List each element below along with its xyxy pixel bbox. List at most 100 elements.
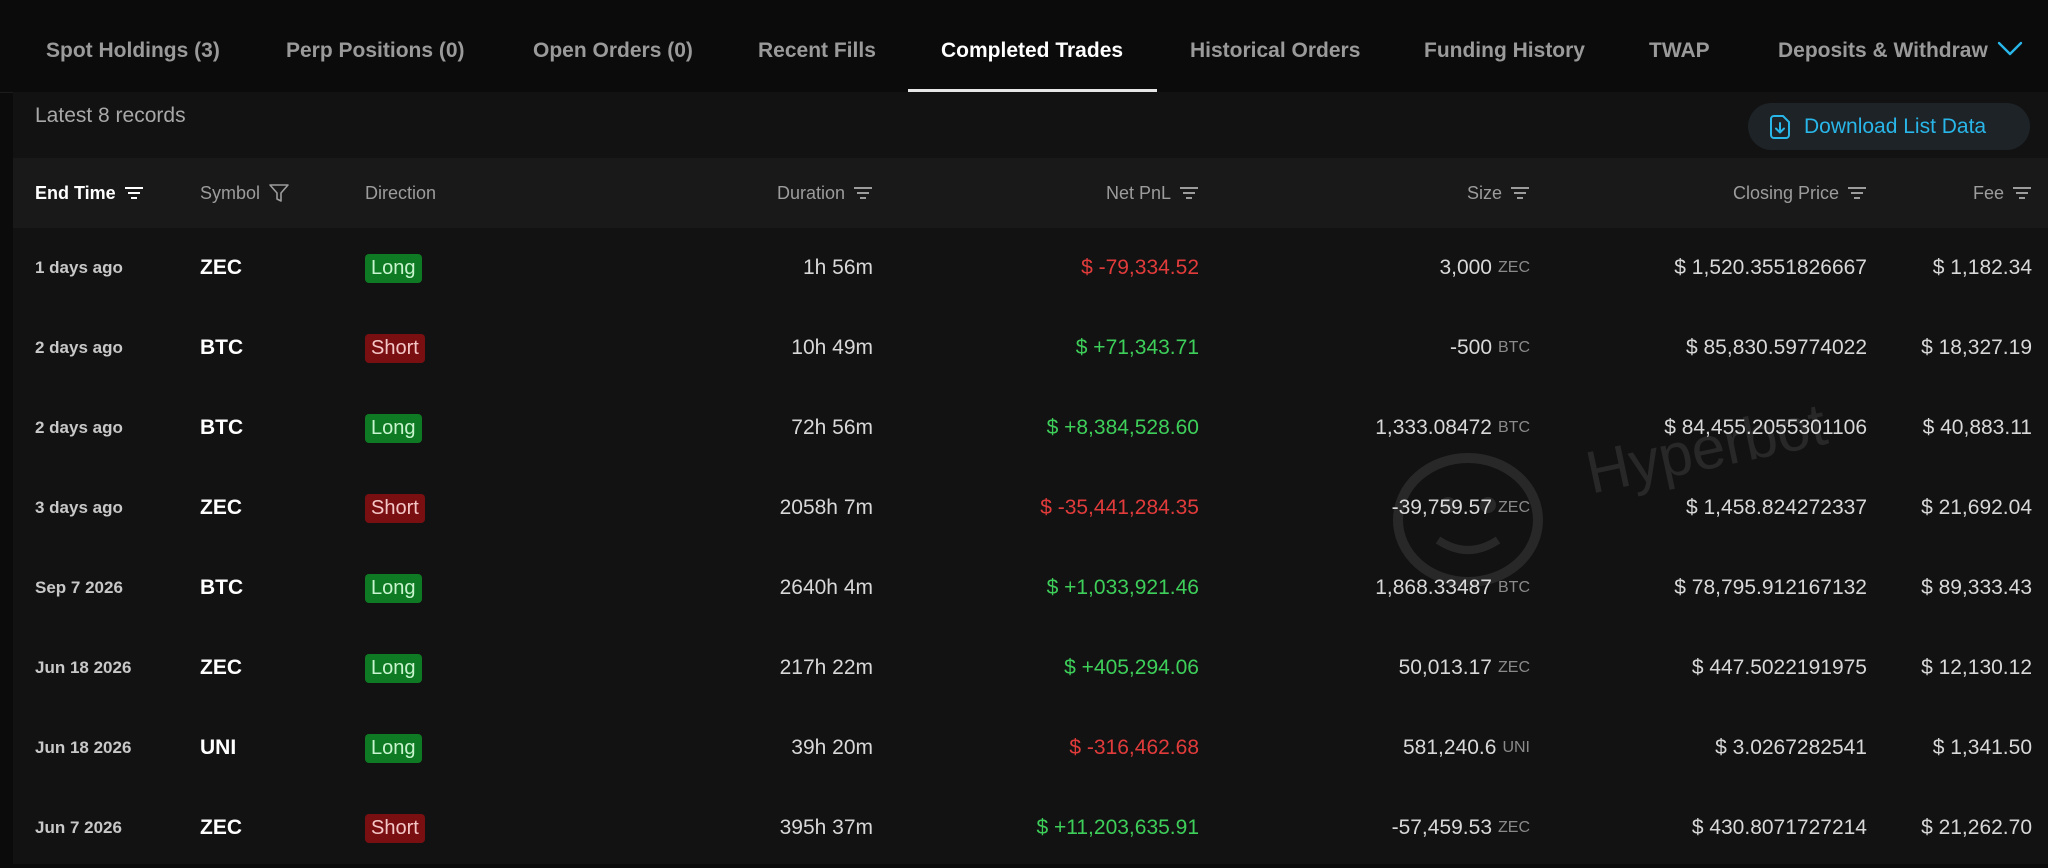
column-net-pnl-label: Net PnL [1105, 182, 1171, 203]
table-row[interactable]: 2 days ago BTC Long 72h 56m $ +8,384,528… [13, 388, 2048, 468]
net-pnl-cell: $ -35,441,284.35 [1040, 496, 1199, 519]
symbol-cell: BTC [200, 336, 244, 359]
tab-historical-orders[interactable]: Historical Orders [1190, 0, 1360, 92]
column-duration-label: Duration [776, 182, 845, 203]
fee-cell: $ 40,883.11 [1922, 416, 2032, 439]
chevron-down-icon[interactable] [1996, 38, 2024, 58]
table-row[interactable]: 2 days ago BTC Short 10h 49m $ +71,343.7… [13, 308, 2048, 388]
column-end-time[interactable]: End Time [35, 158, 144, 228]
end-time-cell: Jun 18 2026 [35, 738, 132, 757]
table-row[interactable]: Jun 18 2026 UNI Long 39h 20m $ -316,462.… [13, 708, 2048, 788]
net-pnl-cell: $ +71,343.71 [1075, 336, 1199, 359]
sort-icon[interactable] [1179, 186, 1199, 200]
size-unit: ZEC [1498, 819, 1530, 836]
completed-trades-panel: Latest 8 records Download List Data End … [13, 92, 2048, 864]
table-row[interactable]: 3 days ago ZEC Short 2058h 7m $ -35,441,… [13, 468, 2048, 548]
sort-icon[interactable] [1510, 186, 1530, 200]
direction-badge: Short [365, 493, 425, 523]
net-pnl-cell: $ +8,384,528.60 [1046, 416, 1199, 439]
net-pnl-cell: $ +11,203,635.91 [1036, 816, 1199, 839]
size-value: -39,759.57 [1391, 496, 1492, 519]
end-time-cell: 2 days ago [35, 338, 123, 357]
tab-perp-positions[interactable]: Perp Positions (0) [286, 0, 465, 92]
sort-icon[interactable] [2012, 186, 2032, 200]
tab-completed-trades[interactable]: Completed Trades [941, 0, 1123, 92]
net-pnl-cell: $ +1,033,921.46 [1046, 576, 1199, 599]
closing-price-cell: $ 430.8071727214 [1691, 816, 1867, 839]
fee-cell: $ 1,182.34 [1932, 256, 2032, 279]
table-row[interactable]: Jun 7 2026 ZEC Short 395h 37m $ +11,203,… [13, 788, 2048, 868]
end-time-cell: Sep 7 2026 [35, 578, 123, 597]
table-row[interactable]: 1 days ago ZEC Long 1h 56m $ -79,334.52 … [13, 228, 2048, 308]
duration-cell: 39h 20m [791, 736, 873, 759]
closing-price-cell: $ 3.0267282541 [1715, 736, 1867, 759]
symbol-cell: ZEC [200, 816, 242, 839]
duration-cell: 1h 56m [802, 256, 873, 279]
tab-spot-holdings[interactable]: Spot Holdings (3) [46, 0, 220, 92]
column-size[interactable]: Size [1213, 158, 1530, 228]
size-value: 1,333.08472 [1375, 416, 1492, 439]
sort-icon[interactable] [124, 186, 144, 200]
tab-funding-history[interactable]: Funding History [1424, 0, 1585, 92]
duration-cell: 2058h 7m [779, 496, 873, 519]
download-list-button[interactable]: Download List Data [1748, 103, 2030, 150]
column-direction: Direction [365, 158, 436, 228]
symbol-cell: ZEC [200, 256, 242, 279]
tab-deposits-withdrawals[interactable]: Deposits & Withdraw [1778, 0, 1988, 92]
column-symbol[interactable]: Symbol [200, 158, 290, 228]
net-pnl-cell: $ -79,334.52 [1081, 256, 1199, 279]
column-closing-price[interactable]: Closing Price [1543, 158, 1867, 228]
direction-badge: Long [365, 253, 422, 283]
column-closing-price-label: Closing Price [1732, 182, 1839, 203]
column-direction-label: Direction [365, 182, 437, 203]
size-value: -57,459.53 [1391, 816, 1492, 839]
symbol-cell: BTC [200, 576, 244, 599]
records-count: Latest 8 records [35, 104, 186, 127]
size-cell: 50,013.17 ZEC [1213, 628, 1530, 708]
tab-open-orders[interactable]: Open Orders (0) [533, 0, 693, 92]
size-unit: BTC [1498, 339, 1530, 356]
size-value: 3,000 [1439, 256, 1492, 279]
fee-cell: $ 12,130.12 [1921, 656, 2032, 679]
column-size-label: Size [1466, 182, 1502, 203]
closing-price-cell: $ 78,795.912167132 [1674, 576, 1867, 599]
download-icon [1770, 114, 1790, 139]
size-cell: 1,333.08472 BTC [1213, 388, 1530, 468]
fee-cell: $ 1,341.50 [1932, 736, 2032, 759]
tab-twap[interactable]: TWAP [1649, 0, 1710, 92]
fee-cell: $ 21,692.04 [1921, 496, 2032, 519]
end-time-cell: 3 days ago [35, 498, 123, 517]
end-time-cell: Jun 18 2026 [35, 658, 132, 677]
duration-cell: 10h 49m [791, 336, 873, 359]
closing-price-cell: $ 84,455.2055301106 [1664, 416, 1867, 439]
column-duration[interactable]: Duration [573, 158, 873, 228]
table-row[interactable]: Sep 7 2026 BTC Long 2640h 4m $ +1,033,92… [13, 548, 2048, 628]
sort-icon[interactable] [853, 186, 873, 200]
column-end-time-label: End Time [35, 182, 116, 203]
download-label: Download List Data [1804, 114, 1987, 138]
filter-icon[interactable] [268, 182, 290, 204]
column-fee[interactable]: Fee [1883, 158, 2032, 228]
table-header: End Time Symbol Direction Duration Net P… [13, 158, 2048, 228]
sort-icon[interactable] [1847, 186, 1867, 200]
closing-price-cell: $ 1,520.3551826667 [1674, 256, 1867, 279]
duration-cell: 2640h 4m [779, 576, 873, 599]
closing-price-cell: $ 85,830.59774022 [1685, 336, 1867, 359]
symbol-cell: BTC [200, 416, 244, 439]
net-pnl-cell: $ +405,294.06 [1064, 656, 1199, 679]
column-net-pnl[interactable]: Net PnL [893, 158, 1199, 228]
size-cell: -39,759.57 ZEC [1213, 468, 1530, 548]
tab-bar: Spot Holdings (3) Perp Positions (0) Ope… [0, 0, 2048, 93]
size-unit: UNI [1502, 739, 1530, 756]
end-time-cell: 1 days ago [35, 258, 123, 277]
tab-recent-fills[interactable]: Recent Fills [758, 0, 876, 92]
table-row[interactable]: Jun 18 2026 ZEC Long 217h 22m $ +405,294… [13, 628, 2048, 708]
symbol-cell: UNI [200, 736, 237, 759]
size-value: 1,868.33487 [1375, 576, 1492, 599]
size-value: 581,240.6 [1403, 736, 1497, 759]
column-fee-label: Fee [1972, 182, 2004, 203]
fee-cell: $ 89,333.43 [1921, 576, 2032, 599]
size-unit: ZEC [1498, 259, 1530, 276]
size-cell: 581,240.6 UNI [1213, 708, 1530, 788]
fee-cell: $ 21,262.70 [1921, 816, 2032, 839]
